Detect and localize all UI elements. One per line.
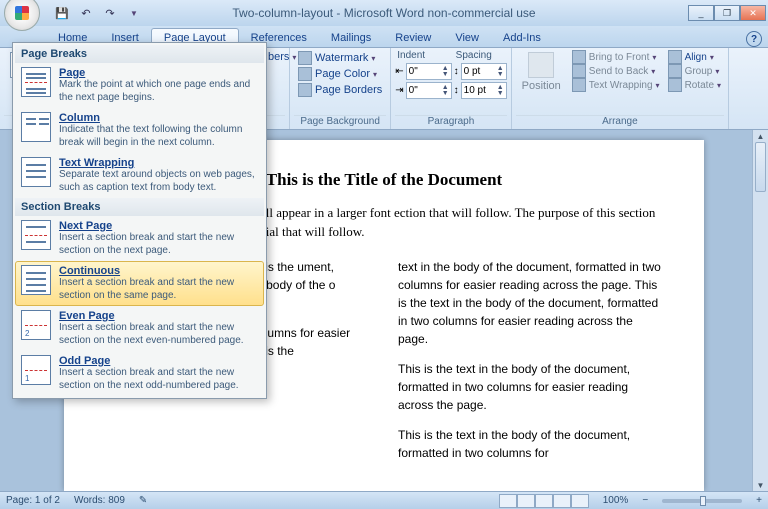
scroll-thumb[interactable] bbox=[755, 142, 766, 192]
watermark-button[interactable]: Watermark▾ bbox=[294, 50, 386, 66]
align-button[interactable]: Align▾ bbox=[665, 50, 724, 64]
close-button[interactable]: ✕ bbox=[740, 5, 766, 21]
view-draft[interactable] bbox=[571, 494, 589, 508]
indent-label: Indent bbox=[395, 50, 451, 61]
vertical-scrollbar[interactable]: ▲ ▼ bbox=[752, 130, 768, 491]
view-full-screen[interactable] bbox=[517, 494, 535, 508]
scroll-down-icon[interactable]: ▼ bbox=[753, 479, 768, 491]
window-controls: _ ❐ ✕ bbox=[688, 5, 766, 21]
zoom-in-button[interactable]: + bbox=[756, 495, 762, 506]
indent-right-icon: ⇥ bbox=[395, 85, 403, 96]
odd-page-break-icon: 1 bbox=[21, 355, 51, 385]
text-wrapping-button: Text Wrapping▾ bbox=[569, 78, 663, 92]
spacing-before-input[interactable]: 0 pt▲▼ bbox=[461, 63, 507, 80]
spacing-label: Spacing bbox=[454, 50, 507, 61]
menu-item-odd-page[interactable]: 1 Odd PageInsert a section break and sta… bbox=[15, 351, 264, 396]
page-borders-button[interactable]: Page Borders bbox=[294, 82, 386, 98]
group-paragraph: Paragraph bbox=[395, 115, 506, 129]
menu-section-section-breaks: Section Breaks bbox=[15, 198, 264, 216]
bring-front-icon bbox=[572, 50, 586, 64]
menu-item-column[interactable]: ColumnIndicate that the text following t… bbox=[15, 108, 264, 153]
zoom-level[interactable]: 100% bbox=[603, 495, 629, 506]
view-web-layout[interactable] bbox=[535, 494, 553, 508]
tab-addins[interactable]: Add-Ins bbox=[491, 29, 553, 47]
group-icon bbox=[668, 64, 682, 78]
proofing-icon[interactable]: ✎ bbox=[139, 495, 147, 506]
text-wrap-icon bbox=[572, 78, 586, 92]
even-page-break-icon: 2 bbox=[21, 310, 51, 340]
group-arrange: Arrange bbox=[516, 115, 724, 129]
indent-right-input[interactable]: 0"▲▼ bbox=[406, 82, 452, 99]
indent-left-input[interactable]: 0"▲▼ bbox=[406, 63, 452, 80]
menu-item-page[interactable]: PageMark the point at which one page end… bbox=[15, 63, 264, 108]
tab-mailings[interactable]: Mailings bbox=[319, 29, 383, 47]
page-break-icon bbox=[21, 67, 51, 97]
scroll-up-icon[interactable]: ▲ bbox=[753, 130, 768, 142]
text-wrap-break-icon bbox=[21, 157, 51, 187]
save-icon[interactable]: 💾 bbox=[52, 3, 72, 23]
position-button: Position bbox=[516, 50, 567, 115]
zoom-out-button[interactable]: − bbox=[642, 495, 648, 506]
menu-item-even-page[interactable]: 2 Even PageInsert a section break and st… bbox=[15, 306, 264, 351]
rotate-button: Rotate▾ bbox=[665, 78, 724, 92]
group-button: Group▾ bbox=[665, 64, 724, 78]
page-color-icon bbox=[298, 67, 312, 81]
indent-left-icon: ⇤ bbox=[395, 66, 403, 77]
status-bar: Page: 1 of 2 Words: 809 ✎ 100% − + bbox=[0, 491, 768, 509]
menu-section-page-breaks: Page Breaks bbox=[15, 45, 264, 63]
undo-icon[interactable]: ↶ bbox=[76, 3, 96, 23]
rotate-icon bbox=[668, 78, 682, 92]
page-borders-icon bbox=[298, 83, 312, 97]
view-print-layout[interactable] bbox=[499, 494, 517, 508]
document-column-right: text in the body of the document, format… bbox=[398, 258, 664, 474]
menu-item-continuous[interactable]: ContinuousInsert a section break and sta… bbox=[15, 261, 264, 306]
help-icon[interactable]: ? bbox=[746, 31, 762, 47]
menu-item-next-page[interactable]: Next PageInsert a section break and star… bbox=[15, 216, 264, 261]
continuous-break-icon bbox=[21, 265, 51, 295]
send-to-back-button[interactable]: Send to Back▾ bbox=[569, 64, 663, 78]
position-icon bbox=[528, 52, 554, 78]
redo-icon[interactable]: ↷ bbox=[100, 3, 120, 23]
page-color-button[interactable]: Page Color▾ bbox=[294, 66, 386, 82]
status-words[interactable]: Words: 809 bbox=[74, 495, 125, 506]
column-break-icon bbox=[21, 112, 51, 142]
send-back-icon bbox=[572, 64, 586, 78]
tab-review[interactable]: Review bbox=[383, 29, 443, 47]
status-page[interactable]: Page: 1 of 2 bbox=[6, 495, 60, 506]
view-buttons bbox=[499, 494, 589, 508]
restore-button[interactable]: ❐ bbox=[714, 5, 740, 21]
quick-access-toolbar: 💾 ↶ ↷ ▼ bbox=[52, 3, 144, 23]
minimize-button[interactable]: _ bbox=[688, 5, 714, 21]
group-page-background: Page Background bbox=[294, 115, 386, 129]
qat-customize-icon[interactable]: ▼ bbox=[124, 3, 144, 23]
tab-view[interactable]: View bbox=[443, 29, 491, 47]
align-icon bbox=[668, 50, 682, 64]
spacing-after-input[interactable]: 10 pt▲▼ bbox=[461, 82, 507, 99]
breaks-dropdown-menu: Page Breaks PageMark the point at which … bbox=[12, 42, 267, 399]
spacing-before-icon: ↕ bbox=[454, 66, 459, 77]
spacing-after-icon: ↕ bbox=[454, 85, 459, 96]
watermark-icon bbox=[298, 51, 312, 65]
next-page-break-icon bbox=[21, 220, 51, 250]
view-outline[interactable] bbox=[553, 494, 571, 508]
title-bar: 💾 ↶ ↷ ▼ Two-column-layout - Microsoft Wo… bbox=[0, 0, 768, 26]
zoom-slider[interactable] bbox=[662, 499, 742, 503]
bring-to-front-button[interactable]: Bring to Front▾ bbox=[569, 50, 663, 64]
menu-item-text-wrapping[interactable]: Text WrappingSeparate text around object… bbox=[15, 153, 264, 198]
